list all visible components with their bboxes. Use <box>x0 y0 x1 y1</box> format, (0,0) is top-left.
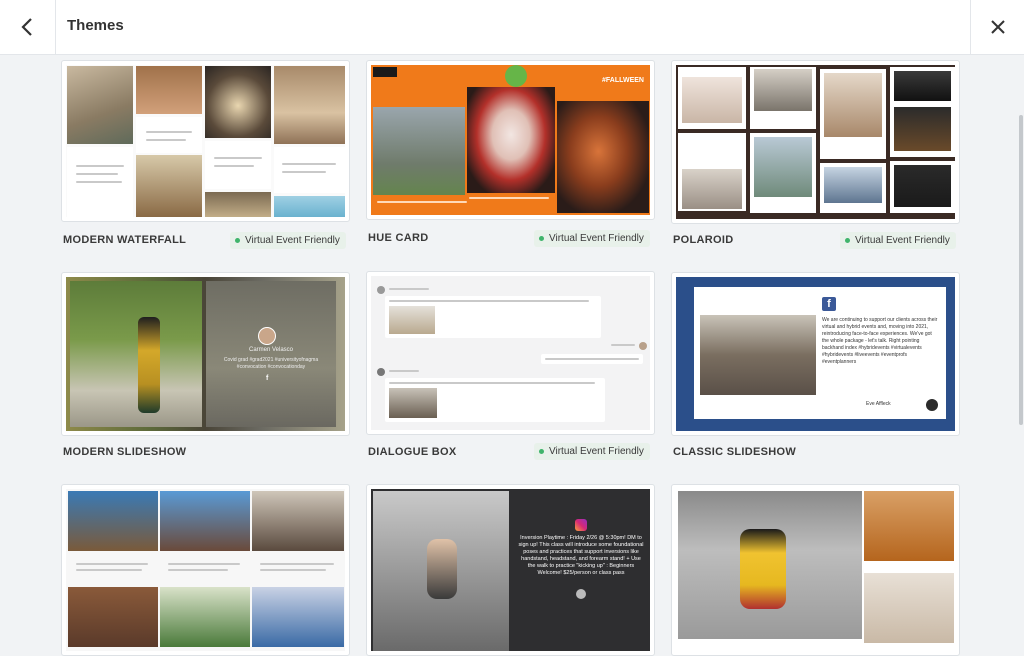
theme-card-modern-waterfall[interactable] <box>61 60 350 222</box>
theme-card-7[interactable] <box>61 484 350 656</box>
virtual-event-badge: Virtual Event Friendly <box>534 230 650 247</box>
chevron-left-icon <box>20 18 32 36</box>
close-icon <box>990 20 1005 34</box>
theme-card-polaroid[interactable] <box>671 60 960 224</box>
theme-preview <box>66 65 345 217</box>
facebook-icon: f <box>266 375 269 382</box>
green-dot-icon <box>845 238 850 243</box>
theme-card-classic-slideshow[interactable]: f We are continuing to support our clien… <box>671 272 960 436</box>
green-dot-icon <box>539 236 544 241</box>
slideshow-caption: Covid grad #grad2021 #universityofnagma … <box>223 357 319 370</box>
theme-name: MODERN WATERFALL <box>63 234 187 246</box>
theme-name: POLAROID <box>673 234 734 246</box>
theme-name: CLASSIC SLIDESHOW <box>673 446 797 458</box>
theme-card-dialogue-box[interactable] <box>366 271 655 435</box>
instagram-icon <box>575 519 587 531</box>
slideshow-author: Carmen Velasco <box>248 347 294 353</box>
slideshow-author: Eve Affleck <box>866 401 891 407</box>
theme-name: MODERN SLIDESHOW <box>63 446 187 458</box>
slideshow-caption: We are continuing to support our clients… <box>822 317 938 365</box>
close-button[interactable] <box>970 0 1024 54</box>
theme-preview: Carmen Velasco Covid grad #grad2021 #uni… <box>66 277 345 431</box>
theme-name: HUE CARD <box>368 232 429 244</box>
scrollbar-thumb[interactable] <box>1019 115 1023 425</box>
green-dot-icon <box>235 238 240 243</box>
theme-preview: #FALLWEEN <box>371 65 650 215</box>
theme-preview: f We are continuing to support our clien… <box>676 277 955 431</box>
theme-preview: Inversion Playtime : Friday 2/26 @ 5:30p… <box>371 489 650 651</box>
theme-card-9[interactable] <box>671 484 960 656</box>
theme-preview <box>66 489 345 651</box>
top-bar: Themes <box>0 0 1024 55</box>
back-button[interactable] <box>0 0 56 54</box>
theme-preview <box>676 65 955 219</box>
hue-card-tag: #FALLWEEN <box>601 77 644 84</box>
scrollbar[interactable] <box>1018 55 1024 644</box>
post-caption: Inversion Playtime : Friday 2/26 @ 5:30p… <box>518 535 644 576</box>
theme-card-modern-slideshow[interactable]: Carmen Velasco Covid grad #grad2021 #uni… <box>61 272 350 436</box>
virtual-event-badge: Virtual Event Friendly <box>840 232 956 249</box>
theme-card-8[interactable]: Inversion Playtime : Friday 2/26 @ 5:30p… <box>366 484 655 656</box>
page-title: Themes <box>67 17 124 34</box>
facebook-icon: f <box>822 297 836 311</box>
theme-card-hue-card[interactable]: #FALLWEEN <box>366 60 655 220</box>
theme-preview <box>676 489 955 651</box>
theme-name: DIALOGUE BOX <box>368 446 457 458</box>
virtual-event-badge: Virtual Event Friendly <box>230 232 346 249</box>
green-dot-icon <box>539 449 544 454</box>
theme-preview <box>371 276 650 430</box>
virtual-event-badge: Virtual Event Friendly <box>534 443 650 460</box>
